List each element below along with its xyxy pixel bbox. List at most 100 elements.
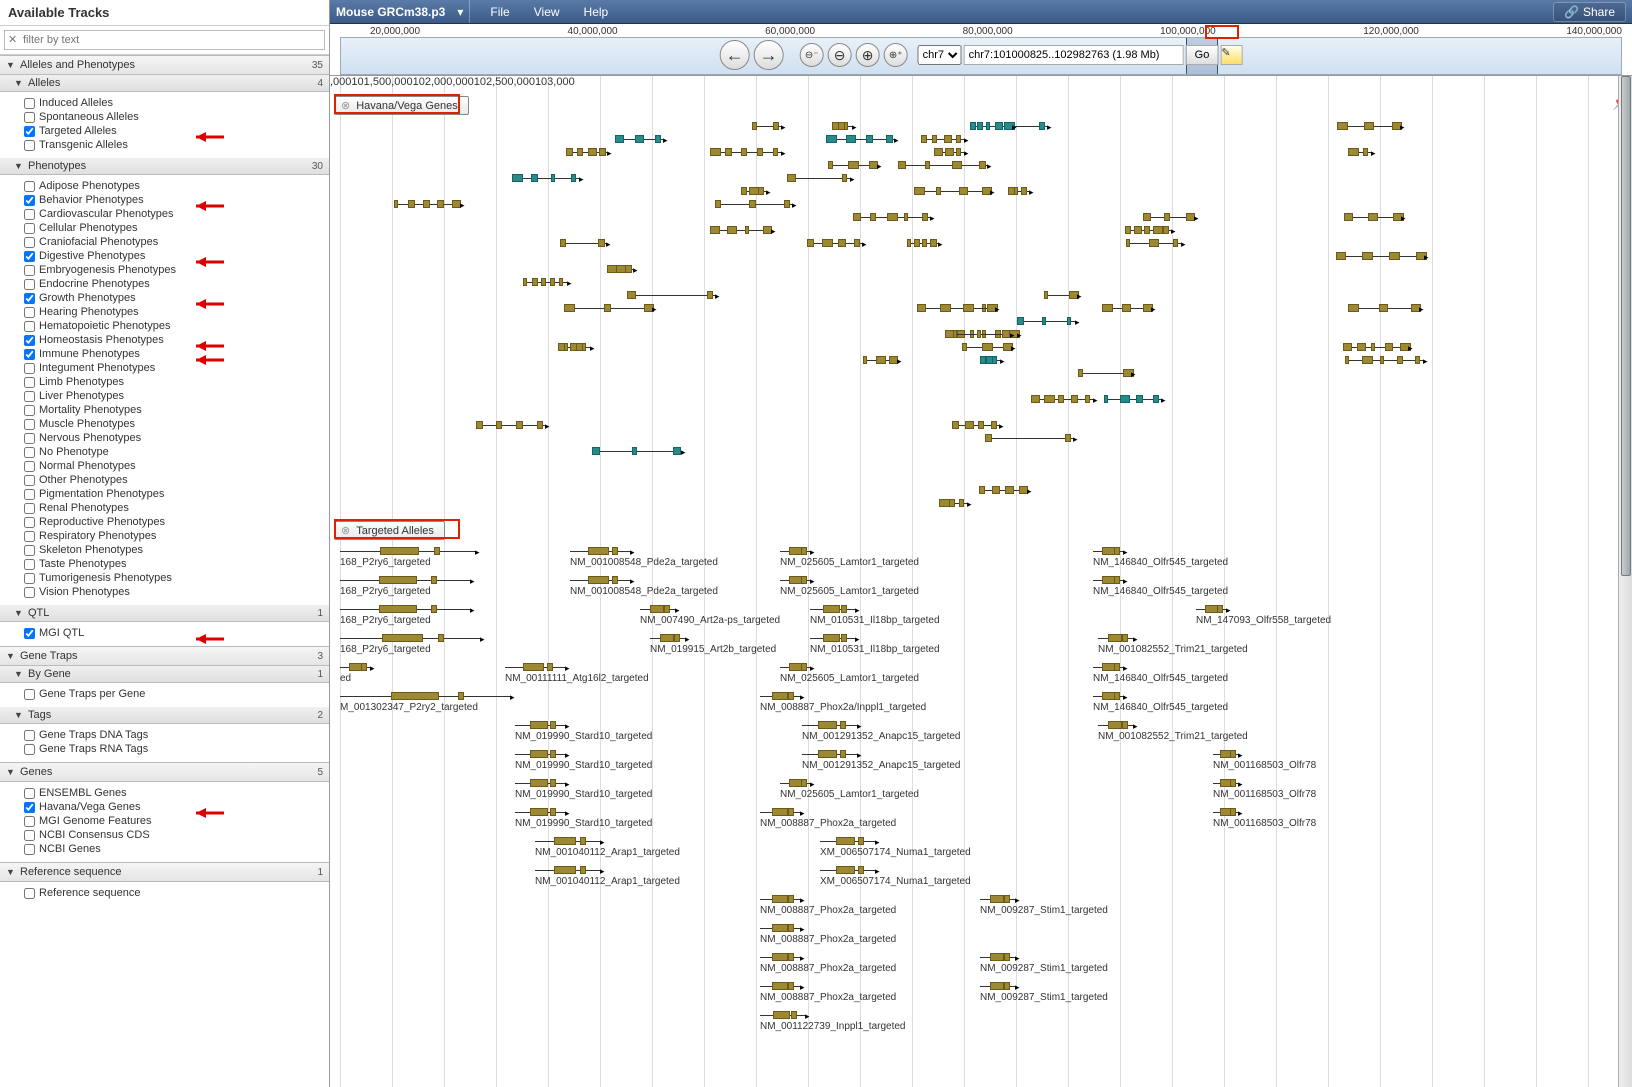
allele-feature[interactable]: ▸ NM_146840_Olfr545_targeted	[1093, 692, 1123, 700]
track-item[interactable]: No Phenotype	[24, 445, 323, 459]
gene-feature[interactable]: ▸	[1345, 356, 1423, 364]
track-checkbox[interactable]	[24, 307, 35, 318]
allele-feature[interactable]: ▸ NM_001168503_Olfr78	[1213, 750, 1238, 758]
allele-feature[interactable]: ▸ NM_019915_Art2b_targeted	[650, 634, 685, 642]
gene-feature[interactable]: ▸	[1078, 369, 1131, 377]
subsection-head[interactable]: ▼Tags2	[0, 707, 329, 724]
share-button[interactable]: 🔗 Share	[1553, 2, 1626, 22]
track-item[interactable]: Embryogenesis Phenotypes	[24, 263, 323, 277]
track-checkbox[interactable]	[24, 888, 35, 899]
menu-help[interactable]: Help	[572, 0, 621, 23]
allele-feature[interactable]: ▸ NM_010531_Il18bp_targeted	[810, 634, 855, 642]
gene-feature[interactable]: ▸	[807, 239, 862, 247]
track-item[interactable]: Targeted Alleles	[24, 124, 323, 138]
gene-feature[interactable]: ▸	[979, 486, 1027, 494]
track-checkbox[interactable]	[24, 405, 35, 416]
location-input[interactable]	[964, 45, 1184, 65]
subsection-head[interactable]: ▼QTL1	[0, 605, 329, 622]
track-checkbox[interactable]	[24, 98, 35, 109]
subsection-head[interactable]: ▼Alleles4	[0, 75, 329, 92]
allele-feature[interactable]: ▸ NM_00111111_Atg16l2_targeted	[505, 663, 565, 671]
track-checkbox[interactable]	[24, 730, 35, 741]
gene-feature[interactable]: ▸	[476, 421, 545, 429]
track-item[interactable]: Pigmentation Phenotypes	[24, 487, 323, 501]
track-item[interactable]: Gene Traps RNA Tags	[24, 742, 323, 756]
close-track-icon[interactable]: ⊗	[341, 99, 350, 112]
gene-feature[interactable]: ▸	[1344, 213, 1401, 221]
gene-feature[interactable]: ▸	[564, 304, 652, 312]
gene-feature[interactable]: ▸	[592, 447, 681, 455]
allele-feature[interactable]: ▸ NM_019990_Stard10_targeted	[515, 779, 565, 787]
allele-feature[interactable]: ▸ NM_009287_Stim1_targeted	[980, 895, 1015, 903]
gene-feature[interactable]: ▸	[1126, 239, 1181, 247]
allele-feature[interactable]: ▸ NM_009287_Stim1_targeted	[980, 982, 1015, 990]
gene-feature[interactable]: ▸	[921, 135, 964, 143]
track-item[interactable]: Growth Phenotypes	[24, 291, 323, 305]
allele-feature[interactable]: ▸ NM_008887_Phox2a_targeted	[760, 808, 800, 816]
chr-select[interactable]: chr7	[918, 45, 962, 65]
gene-feature[interactable]: ▸	[394, 200, 460, 208]
track-checkbox[interactable]	[24, 559, 35, 570]
track-head-havana[interactable]: ⊗ Havana/Vega Genes	[334, 96, 469, 115]
allele-feature[interactable]: ▸ NM_019990_Stard10_targeted	[515, 808, 565, 816]
tracks-area[interactable]: ,000101,500,000102,000,000102,500,000103…	[330, 76, 1632, 1087]
track-checkbox[interactable]	[24, 744, 35, 755]
track-checkbox[interactable]	[24, 195, 35, 206]
nav-forward-button[interactable]: →	[754, 40, 784, 70]
track-checkbox[interactable]	[24, 830, 35, 841]
allele-feature[interactable]: ▸ NM_001291352_Anapc15_targeted	[802, 750, 857, 758]
track-checkbox[interactable]	[24, 788, 35, 799]
allele-feature[interactable]: ▸ 168_P2ry6_targeted	[340, 576, 470, 584]
track-checkbox[interactable]	[24, 112, 35, 123]
track-checkbox[interactable]	[24, 321, 35, 332]
allele-feature[interactable]: ▸ NM_001040112_Arap1_targeted	[535, 866, 600, 874]
track-item[interactable]: Renal Phenotypes	[24, 501, 323, 515]
allele-feature[interactable]: ▸ NM_001168503_Olfr78	[1213, 808, 1238, 816]
gene-feature[interactable]: ▸	[615, 135, 663, 143]
scrollbar-thumb[interactable]	[1621, 76, 1631, 576]
track-checkbox[interactable]	[24, 419, 35, 430]
gene-feature[interactable]: ▸	[741, 187, 766, 195]
gene-feature[interactable]: ▸	[627, 291, 715, 299]
subsection-head[interactable]: ▼Phenotypes30	[0, 158, 329, 175]
gene-feature[interactable]: ▸	[1044, 291, 1077, 299]
close-track-icon[interactable]: ⊗	[341, 524, 350, 537]
track-checkbox[interactable]	[24, 531, 35, 542]
gene-feature[interactable]: ▸	[710, 148, 781, 156]
track-checkbox[interactable]	[24, 517, 35, 528]
gene-feature[interactable]: ▸	[710, 226, 771, 234]
track-item[interactable]: Nervous Phenotypes	[24, 431, 323, 445]
track-checkbox[interactable]	[24, 223, 35, 234]
gene-feature[interactable]: ▸	[1017, 317, 1075, 325]
track-checkbox[interactable]	[24, 237, 35, 248]
section-head[interactable]: ▼Alleles and Phenotypes35	[0, 55, 329, 75]
allele-feature[interactable]: ▸ NM_025605_Lamtor1_targeted	[780, 576, 810, 584]
gene-feature[interactable]: ▸	[607, 265, 633, 273]
allele-feature[interactable]: ▸ NM_019990_Stard10_targeted	[515, 721, 565, 729]
track-checkbox[interactable]	[24, 363, 35, 374]
track-item[interactable]: Behavior Phenotypes	[24, 193, 323, 207]
gene-feature[interactable]: ▸	[1348, 148, 1371, 156]
gene-feature[interactable]: ▸	[752, 122, 781, 130]
track-checkbox[interactable]	[24, 461, 35, 472]
menu-view[interactable]: View	[522, 0, 572, 23]
track-checkbox[interactable]	[24, 181, 35, 192]
gene-feature[interactable]: ▸	[977, 330, 1010, 338]
filter-input[interactable]	[4, 30, 325, 50]
track-item[interactable]: Integument Phenotypes	[24, 361, 323, 375]
track-checkbox[interactable]	[24, 433, 35, 444]
gene-feature[interactable]: ▸	[917, 304, 995, 312]
track-item[interactable]: Muscle Phenotypes	[24, 417, 323, 431]
track-checkbox[interactable]	[24, 587, 35, 598]
allele-feature[interactable]: ▸ ed	[340, 663, 370, 671]
track-item[interactable]: Homeostasis Phenotypes	[24, 333, 323, 347]
gene-feature[interactable]: ▸	[985, 434, 1073, 442]
track-item[interactable]: Reference sequence	[24, 886, 323, 900]
track-item[interactable]: Immune Phenotypes	[24, 347, 323, 361]
gene-feature[interactable]: ▸	[962, 343, 1011, 351]
allele-feature[interactable]: ▸ NM_147093_Olfr558_targeted	[1196, 605, 1226, 613]
gene-feature[interactable]: ▸	[939, 499, 967, 507]
zoom-in-button[interactable]: ⊕	[856, 43, 880, 67]
track-item[interactable]: Reproductive Phenotypes	[24, 515, 323, 529]
gene-feature[interactable]: ▸	[1143, 213, 1194, 221]
